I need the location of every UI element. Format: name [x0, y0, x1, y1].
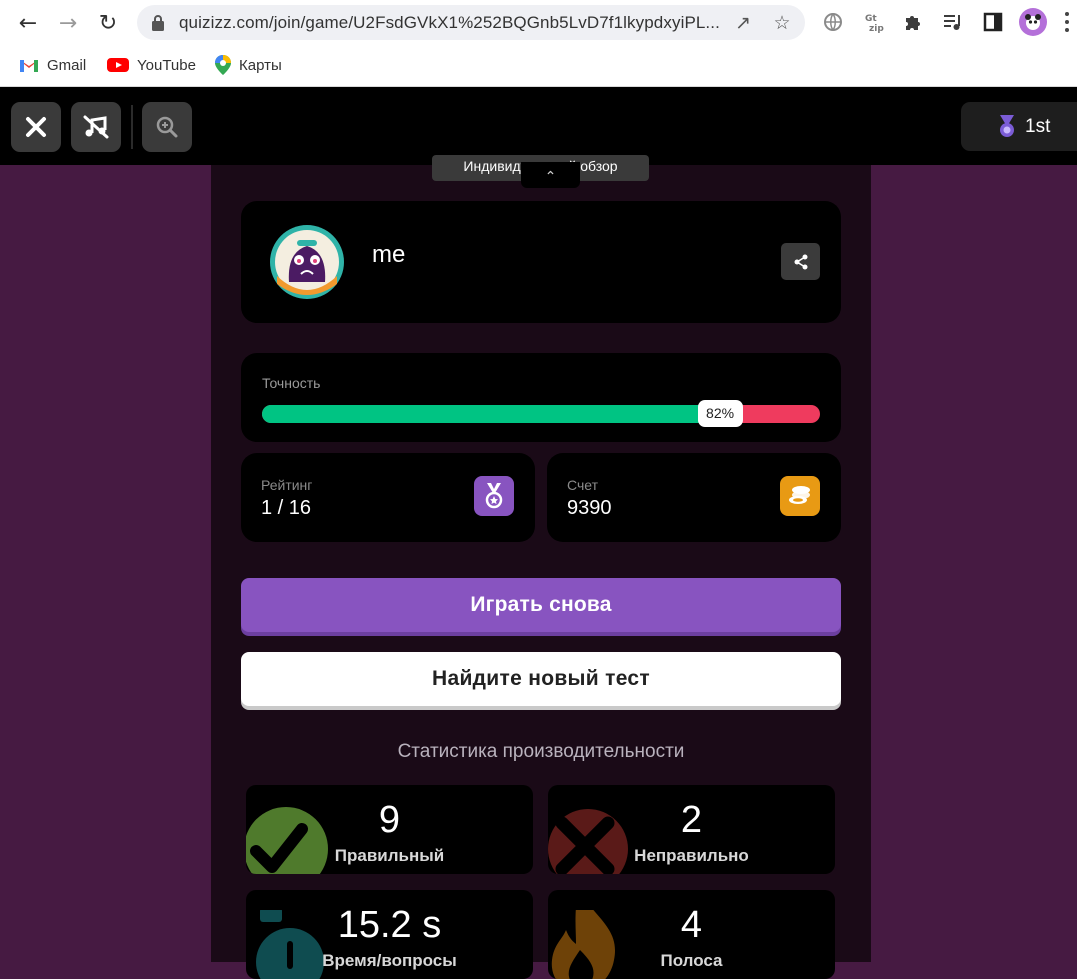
share-page-icon[interactable]: ↗ — [733, 13, 753, 33]
bookmark-label: YouTube — [137, 56, 196, 74]
bookmark-youtube[interactable]: YouTube — [107, 54, 196, 76]
browser-toolbar: ← → ↻ quizizz.com/join/game/U2FsdGVkX1%2… — [0, 0, 1077, 47]
music-off-icon — [83, 115, 109, 139]
youtube-icon — [107, 58, 129, 72]
stat-tile-streak: 4 Полоса — [548, 890, 835, 979]
find-new-test-label: Найдите новый тест — [432, 667, 650, 690]
side-panel-icon[interactable] — [981, 10, 1005, 34]
close-icon — [26, 117, 46, 137]
score-value: 9390 — [567, 497, 612, 519]
mute-music-button[interactable] — [71, 102, 121, 152]
lock-icon — [152, 15, 164, 31]
bookmark-gmail[interactable]: Gmail — [19, 54, 86, 76]
bookmark-label: Карты — [239, 56, 282, 74]
zoom-in-button[interactable] — [142, 102, 192, 152]
extensions-puzzle-icon[interactable] — [901, 10, 925, 34]
stat-tile-correct: 9 Правильный — [246, 785, 533, 874]
incorrect-label: Неправильно — [634, 846, 749, 865]
performance-stats-heading: Статистика производительности — [397, 741, 685, 762]
medal-icon — [474, 476, 514, 516]
gzip-extension-icon[interactable]: Gt zip — [862, 10, 886, 34]
bookmark-maps[interactable]: Карты — [215, 54, 282, 76]
time-label: Время/вопросы — [322, 951, 457, 970]
time-per-question: 15.2 s — [337, 904, 442, 946]
chevron-up-icon: ⌃ — [544, 169, 557, 185]
streak-label: Полоса — [660, 951, 723, 970]
game-top-bar: 1st — [0, 87, 1077, 165]
bookmark-star-icon[interactable]: ☆ — [772, 13, 792, 33]
correct-count: 9 — [378, 799, 401, 841]
translate-globe-icon[interactable] — [821, 10, 845, 34]
bookmarks-bar: Gmail YouTube Карты — [0, 46, 1077, 87]
gmail-icon — [20, 60, 38, 72]
share-button[interactable] — [781, 243, 820, 280]
correct-label: Правильный — [334, 846, 445, 865]
rank-text: 1st — [1025, 115, 1051, 137]
rating-value: 1 / 16 — [261, 497, 312, 519]
coins-icon — [780, 476, 820, 516]
address-bar[interactable]: quizizz.com/join/game/U2FsdGVkX1%252BQGn… — [137, 5, 805, 40]
share-icon — [794, 254, 807, 269]
streak-count: 4 — [680, 904, 703, 946]
accuracy-label: Точность — [262, 375, 321, 391]
medal-icon — [1000, 114, 1014, 137]
accuracy-correct-fill — [262, 405, 720, 423]
player-card: me — [241, 201, 841, 323]
forward-arrow-icon[interactable]: → — [52, 7, 84, 39]
avatar — [270, 225, 344, 299]
media-playlist-icon[interactable] — [941, 10, 965, 34]
score-card: Счет 9390 — [547, 453, 841, 542]
panda-icon — [1025, 14, 1041, 30]
svg-text:zip: zip — [869, 24, 884, 33]
bookmark-label: Gmail — [47, 56, 87, 74]
score-label: Счет — [567, 477, 598, 493]
accuracy-card: Точность 82% — [241, 353, 841, 442]
url-text[interactable]: quizizz.com/join/game/U2FsdGVkX1%252BQGn… — [179, 13, 739, 33]
rank-indicator: 1st — [961, 102, 1077, 151]
svg-text:Gt: Gt — [865, 14, 877, 24]
play-again-label: Играть снова — [470, 593, 612, 616]
stat-tile-time: 15.2 s Время/вопросы — [246, 890, 533, 979]
maps-pin-icon — [215, 55, 231, 75]
find-new-test-button[interactable]: Найдите новый тест — [241, 652, 841, 706]
play-again-button[interactable]: Играть снова — [241, 578, 841, 632]
close-game-button[interactable] — [11, 102, 61, 152]
stat-tile-incorrect: 2 Неправильно — [548, 785, 835, 874]
rating-label: Рейтинг — [261, 477, 313, 493]
toolbar-divider — [131, 105, 133, 149]
profile-avatar[interactable] — [1019, 8, 1047, 36]
rating-card: Рейтинг 1 / 16 — [241, 453, 535, 542]
zoom-in-icon — [156, 116, 178, 138]
accuracy-bar: 82% — [262, 400, 820, 427]
incorrect-count: 2 — [680, 799, 703, 841]
collapse-toggle[interactable]: ⌃ — [521, 162, 580, 188]
player-name: me — [372, 241, 406, 268]
accuracy-percent-badge: 82% — [697, 400, 743, 427]
reload-icon[interactable]: ↻ — [92, 7, 124, 39]
back-arrow-icon[interactable]: ← — [12, 7, 44, 39]
browser-menu-icon[interactable] — [1064, 12, 1070, 34]
